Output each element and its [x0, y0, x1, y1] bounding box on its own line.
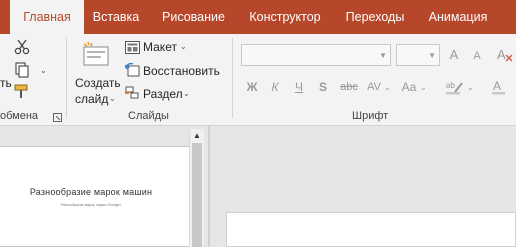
group-separator — [66, 38, 67, 118]
font-name-value — [242, 49, 246, 61]
group-separator — [232, 38, 233, 118]
reset-slide-icon[interactable] — [124, 63, 140, 77]
section-icon[interactable] — [124, 86, 140, 100]
cut-icon[interactable] — [12, 38, 32, 56]
slide-canvas[interactable] — [226, 212, 516, 247]
grow-font-button[interactable]: A — [446, 46, 462, 64]
font-size-value — [397, 49, 401, 61]
character-spacing-button[interactable]: AV — [364, 78, 384, 96]
italic-button[interactable]: К — [268, 78, 282, 96]
slides-group-label: Слайды — [128, 110, 169, 122]
svg-text:A: A — [493, 79, 501, 93]
font-size-combo[interactable]: ▼ — [396, 44, 440, 66]
pane-splitter[interactable] — [208, 126, 210, 247]
change-case-button[interactable]: Aa — [399, 78, 419, 96]
svg-text:ab: ab — [446, 81, 455, 90]
scroll-up-arrow-icon[interactable]: ▲ — [193, 131, 201, 140]
thumbnail-subtitle: Разнообразие марок, марка «Dodge» — [60, 203, 122, 207]
thumbnail-title: Разнообразие марок машин — [29, 187, 153, 197]
tab-transitions[interactable]: Переходы — [340, 0, 410, 34]
new-slide-label[interactable]: Создать — [75, 76, 121, 90]
chevron-down-icon[interactable]: ▼ — [379, 51, 387, 60]
ribbon: ть ⌄ обмена Создать слайд ⌄ Макет ⌄ Восс… — [0, 34, 516, 126]
slides-pane: Разнообразие марок машин Разнообразие ма… — [0, 126, 209, 247]
highlight-icon[interactable]: ab — [444, 78, 466, 96]
dialog-launcher-icon[interactable] — [52, 112, 62, 122]
ribbon-tab-bar: Главная Вставка Рисование Конструктор Пе… — [0, 0, 516, 34]
reset-button-label[interactable]: Восстановить — [143, 64, 220, 78]
text-shadow-button[interactable]: S — [316, 78, 330, 96]
scroll-thumb[interactable] — [192, 143, 202, 247]
chevron-down-icon[interactable]: ▼ — [428, 51, 436, 60]
chevron-down-icon[interactable]: ⌄ — [180, 42, 187, 51]
strikethrough-button[interactable]: abc — [338, 78, 360, 96]
format-painter-icon[interactable] — [12, 82, 32, 100]
tab-design[interactable]: Конструктор — [242, 0, 328, 34]
slide-thumbnail[interactable]: Разнообразие марок машин Разнообразие ма… — [0, 146, 198, 247]
chevron-down-icon[interactable]: ⌄ — [420, 83, 427, 92]
font-group-label: Шрифт — [352, 110, 389, 122]
clear-formatting-icon[interactable]: A — [495, 44, 515, 64]
chevron-down-icon[interactable]: ⌄ — [183, 89, 190, 98]
font-color-icon[interactable]: A — [490, 78, 508, 96]
section-button-label[interactable]: Раздел — [143, 87, 183, 101]
paste-button-label[interactable]: ть — [0, 76, 12, 90]
chevron-down-icon[interactable]: ⌄ — [109, 94, 116, 103]
tab-animations[interactable]: Анимация — [422, 0, 494, 34]
svg-text:A: A — [497, 47, 506, 62]
tab-draw[interactable]: Рисование — [156, 0, 231, 34]
tab-home[interactable]: Главная — [10, 0, 84, 34]
copy-icon[interactable] — [12, 61, 32, 79]
layout-icon[interactable] — [124, 40, 140, 54]
bold-button[interactable]: Ж — [244, 78, 260, 96]
underline-button[interactable]: Ч — [292, 78, 306, 96]
shrink-font-button[interactable]: A — [470, 47, 484, 65]
slides-pane-scrollbar[interactable]: ▲ — [189, 129, 204, 247]
tab-insert[interactable]: Вставка — [86, 0, 146, 34]
font-name-combo[interactable]: ▼ — [241, 44, 391, 66]
chevron-down-icon[interactable]: ⌄ — [384, 83, 391, 92]
new-slide-label-2[interactable]: слайд — [75, 92, 108, 106]
chevron-down-icon[interactable]: ⌄ — [40, 66, 47, 75]
new-slide-icon[interactable] — [80, 40, 112, 70]
chevron-down-icon[interactable]: ⌄ — [467, 83, 474, 92]
clipboard-group-label: обмена — [0, 110, 39, 122]
layout-button-label[interactable]: Макет — [143, 40, 177, 54]
